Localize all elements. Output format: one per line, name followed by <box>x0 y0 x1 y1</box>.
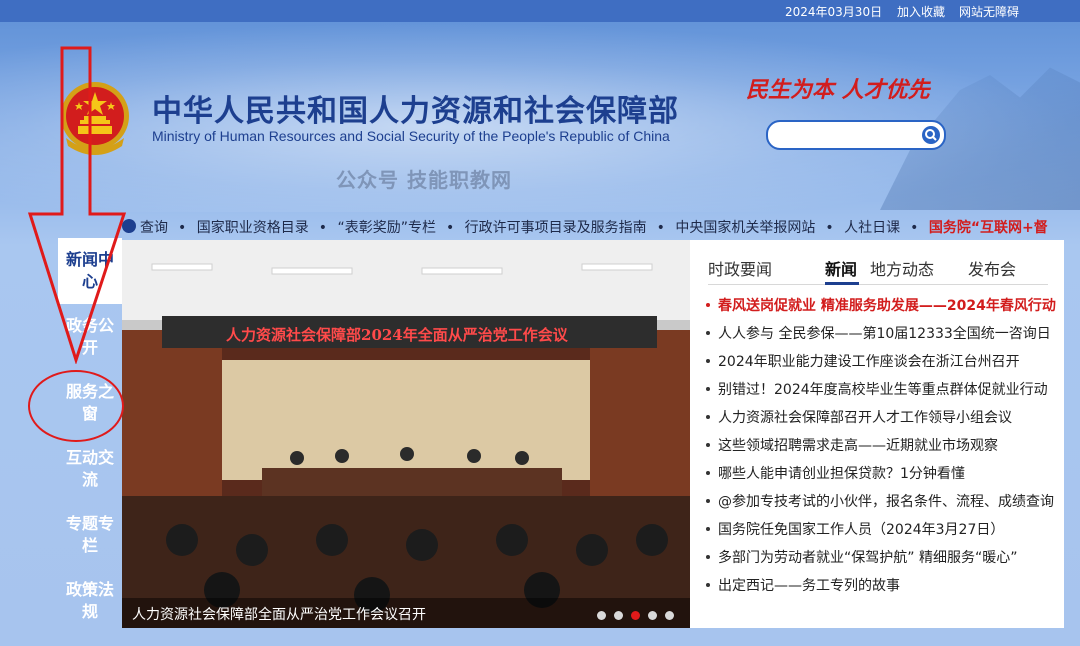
news-item[interactable]: 人力资源社会保障部召开人才工作领导小组会议 <box>704 404 1056 432</box>
add-favorite-link[interactable]: 加入收藏 <box>897 3 945 20</box>
search-box[interactable] <box>766 120 946 150</box>
quick-link[interactable]: 国务院“互联网+督 <box>929 220 1048 236</box>
annotation-arrow <box>28 46 127 364</box>
carousel-photo[interactable] <box>122 240 690 628</box>
site-title[interactable]: 中华人民共和国人力资源和社会保障部 <box>152 86 679 130</box>
news-list: 春风送岗促就业 精准服务助发展——2024年春风行动 人人参与 全民参保——第1… <box>704 292 1056 600</box>
top-bar: 2024年03月30日 加入收藏 网站无障碍 <box>0 0 1080 22</box>
tab-politics[interactable]: 时政要闻 <box>708 256 772 280</box>
news-item[interactable]: 这些领域招聘需求走高——近期就业市场观察 <box>704 432 1056 460</box>
news-item[interactable]: @参加专技考试的小伙伴，报名条件、流程、成绩查询 <box>704 488 1056 516</box>
carousel-dot[interactable] <box>648 611 657 620</box>
news-item[interactable]: 多部门为劳动者就业“保驾护航” 精细服务“暖心” <box>704 544 1056 572</box>
quick-link[interactable]: 查询 <box>140 220 168 236</box>
tab-news[interactable]: 新闻 <box>825 256 857 280</box>
search-icon[interactable] <box>921 125 941 145</box>
nav-item-interaction[interactable]: 互动交流 <box>58 436 122 502</box>
quick-link[interactable]: 国家职业资格目录 <box>197 220 309 236</box>
quick-link[interactable]: 行政许可事项目录及服务指南 <box>465 220 647 236</box>
quick-links-bar: 查询 • 国家职业资格目录 • “表彰奖励”专栏 • 行政许可事项目录及服务指南 • 中… <box>122 216 1058 238</box>
carousel-caption-text[interactable]: 人力资源社会保障部全面从严治党工作会议召开 <box>132 604 426 624</box>
carousel-dot[interactable] <box>597 611 606 620</box>
active-tab-indicator <box>825 282 859 285</box>
annotation-circle <box>28 370 124 442</box>
watermark-text: 公众号 技能职教网 <box>336 168 512 192</box>
current-date: 2024年03月30日 <box>785 5 883 19</box>
news-carousel[interactable]: 人力资源社会保障部2024年全面从严治党工作会议 人力资源社会保障部全面从严治党… <box>122 240 690 628</box>
nav-item-policies[interactable]: 政策法规 <box>58 568 122 634</box>
search-input[interactable] <box>778 125 922 145</box>
carousel-dot[interactable] <box>614 611 623 620</box>
news-item[interactable]: 国务院任免国家工作人员（2024年3月27日） <box>704 516 1056 544</box>
carousel-caption: 人力资源社会保障部全面从严治党工作会议召开 <box>122 598 690 628</box>
quick-link[interactable]: 人社日课 <box>844 220 900 236</box>
tab-local[interactable]: 地方动态 <box>870 256 934 280</box>
news-tabs: 时政要闻 新闻 地方动态 发布会 <box>708 254 1048 285</box>
carousel-pagination <box>589 608 674 624</box>
news-item[interactable]: 春风送岗促就业 精准服务助发展——2024年春风行动 <box>704 292 1056 320</box>
news-panel: 时政要闻 新闻 地方动态 发布会 春风送岗促就业 精准服务助发展——2024年春… <box>690 240 1064 628</box>
quick-link[interactable]: 中央国家机关举报网站 <box>675 220 815 236</box>
carousel-dot-active[interactable] <box>631 611 640 620</box>
news-item[interactable]: 哪些人能申请创业担保贷款？1分钟看懂 <box>704 460 1056 488</box>
news-item[interactable]: 出定西记——务工专列的故事 <box>704 572 1056 600</box>
quick-link[interactable]: “表彰奖励”专栏 <box>337 220 436 236</box>
nav-item-special-topics[interactable]: 专题专栏 <box>58 502 122 568</box>
slogan: 民生为本 人才优先 <box>746 77 930 103</box>
carousel-banner-text: 人力资源社会保障部2024年全面从严治党工作会议 <box>226 326 568 344</box>
tab-press[interactable]: 发布会 <box>968 256 1016 280</box>
news-item[interactable]: 2024年职业能力建设工作座谈会在浙江台州召开 <box>704 348 1056 376</box>
news-item[interactable]: 别错过！2024年度高校毕业生等重点群体促就业行动 <box>704 376 1056 404</box>
site-title-english: Ministry of Human Resources and Social S… <box>152 128 670 144</box>
carousel-dot[interactable] <box>665 611 674 620</box>
accessibility-link[interactable]: 网站无障碍 <box>959 3 1019 20</box>
news-item[interactable]: 人人参与 全民参保——第10届12333全国统一咨询日 <box>704 320 1056 348</box>
